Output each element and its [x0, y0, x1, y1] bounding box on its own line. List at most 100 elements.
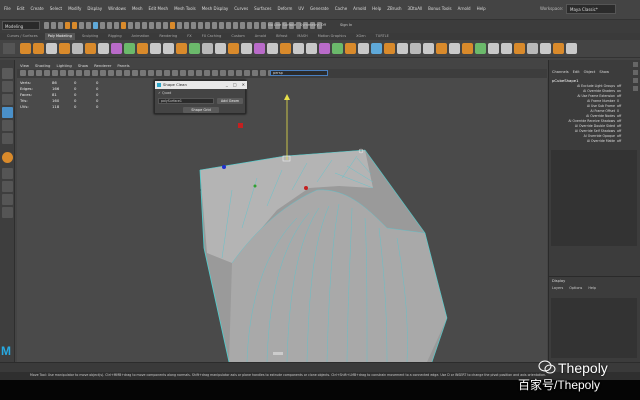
live-surface-label[interactable]: No Live Surface: [268, 23, 296, 27]
shelf-tool-icon[interactable]: [384, 43, 395, 54]
move-manip-x-handle[interactable]: [304, 186, 308, 190]
shelf-tab[interactable]: Sculpting: [79, 33, 101, 40]
status-line-icon[interactable]: [198, 22, 203, 29]
viewport-3d[interactable]: [17, 78, 547, 362]
viewport-toolbar-icon[interactable]: [172, 70, 178, 76]
shelf-tab[interactable]: MASH: [294, 33, 310, 40]
shelf-tool-icon[interactable]: [33, 43, 44, 54]
side-by-side-layout-icon[interactable]: [2, 194, 13, 205]
status-line-icon[interactable]: [107, 22, 112, 29]
viewport-toolbar-icon[interactable]: [36, 70, 42, 76]
shelf-tool-icon[interactable]: [98, 43, 109, 54]
shelf-tool-icon[interactable]: [228, 43, 239, 54]
viewport-toolbar-icon[interactable]: [116, 70, 122, 76]
menu-item[interactable]: Mesh Display: [202, 6, 229, 11]
shelf-tool-icon[interactable]: [371, 43, 382, 54]
shelf-tool-icon[interactable]: [72, 43, 83, 54]
viewport-menu-item[interactable]: Lighting: [56, 62, 71, 69]
shelf-tool-icon[interactable]: [462, 43, 473, 54]
menu-item[interactable]: File: [4, 6, 11, 11]
single-pane-layout-icon[interactable]: [2, 168, 13, 179]
viewport-toolbar-icon[interactable]: [236, 70, 242, 76]
attribute-value[interactable]: off: [617, 139, 621, 144]
viewport-toolbar-icon[interactable]: [84, 70, 90, 76]
layer-tab-display[interactable]: Display: [552, 279, 565, 283]
layer-menu-item[interactable]: Layers: [552, 286, 563, 290]
viewport-toolbar-icon[interactable]: [124, 70, 130, 76]
status-line-icon[interactable]: [135, 22, 140, 29]
status-line-icon[interactable]: [142, 22, 147, 29]
status-line-icon[interactable]: [261, 22, 266, 29]
shelf-tool-icon[interactable]: [306, 43, 317, 54]
symmetry-label[interactable]: Symmetry: Off: [300, 23, 326, 27]
menuset-dropdown[interactable]: Modeling: [2, 21, 40, 30]
status-line-icon[interactable]: [86, 22, 91, 29]
status-line-icon[interactable]: [100, 22, 105, 29]
viewport-toolbar-icon[interactable]: [52, 70, 58, 76]
status-line-icon[interactable]: [184, 22, 189, 29]
render-sphere-icon[interactable]: [2, 152, 13, 163]
shelf-tool-icon[interactable]: [163, 43, 174, 54]
sign-in-link[interactable]: Sign In: [340, 23, 352, 27]
status-line-icon[interactable]: [163, 22, 168, 29]
menu-item[interactable]: Windows: [108, 6, 126, 11]
viewport-toolbar-icon[interactable]: [68, 70, 74, 76]
menu-item[interactable]: Select: [50, 6, 62, 11]
shelf-tool-icon[interactable]: [59, 43, 70, 54]
shelf-tool-icon[interactable]: [241, 43, 252, 54]
status-line-icon[interactable]: [44, 22, 49, 29]
status-line-icon[interactable]: [156, 22, 161, 29]
layer-menu-item[interactable]: Options: [569, 286, 582, 290]
shelf-tool-icon[interactable]: [111, 43, 122, 54]
viewport-toolbar-icon[interactable]: [220, 70, 226, 76]
status-line-icon[interactable]: [72, 22, 77, 29]
shelf-tool-icon[interactable]: [189, 43, 200, 54]
channel-box-tab[interactable]: Edit: [573, 70, 580, 74]
shelf-tab[interactable]: Motion Graphics: [315, 33, 349, 40]
channel-box-tab[interactable]: Channels: [552, 70, 569, 74]
camera-field[interactable]: persp: [270, 70, 328, 76]
lasso-tool-icon[interactable]: [2, 81, 13, 92]
menu-item[interactable]: Mesh: [132, 6, 143, 11]
status-line-icon[interactable]: [149, 22, 154, 29]
shelf-tab[interactable]: XGen: [353, 33, 368, 40]
workspace-dropdown[interactable]: Maya Classic*: [566, 4, 616, 14]
shelf-tool-icon[interactable]: [254, 43, 265, 54]
viewport-toolbar-icon[interactable]: [196, 70, 202, 76]
menu-item[interactable]: Arnold: [353, 6, 366, 11]
shelf-tab[interactable]: Poly Modeling: [44, 33, 75, 40]
shelf-tab[interactable]: Curves / Surfaces: [4, 33, 41, 40]
status-line-icon[interactable]: [121, 22, 126, 29]
shelf-tool-icon[interactable]: [319, 43, 330, 54]
status-line-icon[interactable]: [191, 22, 196, 29]
selected-object-name[interactable]: pCubeShape1: [552, 78, 579, 83]
shelf-tool-icon[interactable]: [410, 43, 421, 54]
menu-item[interactable]: UV: [298, 6, 304, 11]
shelf-tool-icon[interactable]: [475, 43, 486, 54]
menu-item[interactable]: Edit Mesh: [149, 6, 169, 11]
status-line-icon[interactable]: [212, 22, 217, 29]
tool-settings-toggle-icon[interactable]: [632, 78, 638, 83]
viewport-toolbar-icon[interactable]: [212, 70, 218, 76]
viewport-toolbar-icon[interactable]: [180, 70, 186, 76]
menu-item[interactable]: Curves: [234, 6, 248, 11]
viewport-toolbar-icon[interactable]: [108, 70, 114, 76]
shelf-tab[interactable]: Animation: [129, 33, 153, 40]
menu-item[interactable]: ZBrush: [387, 6, 401, 11]
viewport-toolbar-icon[interactable]: [156, 70, 162, 76]
geometry-input[interactable]: polySurface1: [158, 98, 214, 104]
menu-item[interactable]: Generate: [310, 6, 329, 11]
viewport-toolbar-icon[interactable]: [28, 70, 34, 76]
shelf-tab[interactable]: Bifrost: [273, 33, 290, 40]
status-line-icon[interactable]: [79, 22, 84, 29]
status-line-icon[interactable]: [128, 22, 133, 29]
status-line-icon[interactable]: [114, 22, 119, 29]
shelf-tool-icon[interactable]: [423, 43, 434, 54]
status-line-icon[interactable]: [247, 22, 252, 29]
paint-select-tool-icon[interactable]: [2, 94, 13, 105]
rotate-tool-icon[interactable]: [2, 120, 13, 131]
shelf-menu-icon[interactable]: [3, 43, 15, 54]
status-line-icon[interactable]: [219, 22, 224, 29]
viewport-toolbar-icon[interactable]: [252, 70, 258, 76]
shelf-tool-icon[interactable]: [137, 43, 148, 54]
